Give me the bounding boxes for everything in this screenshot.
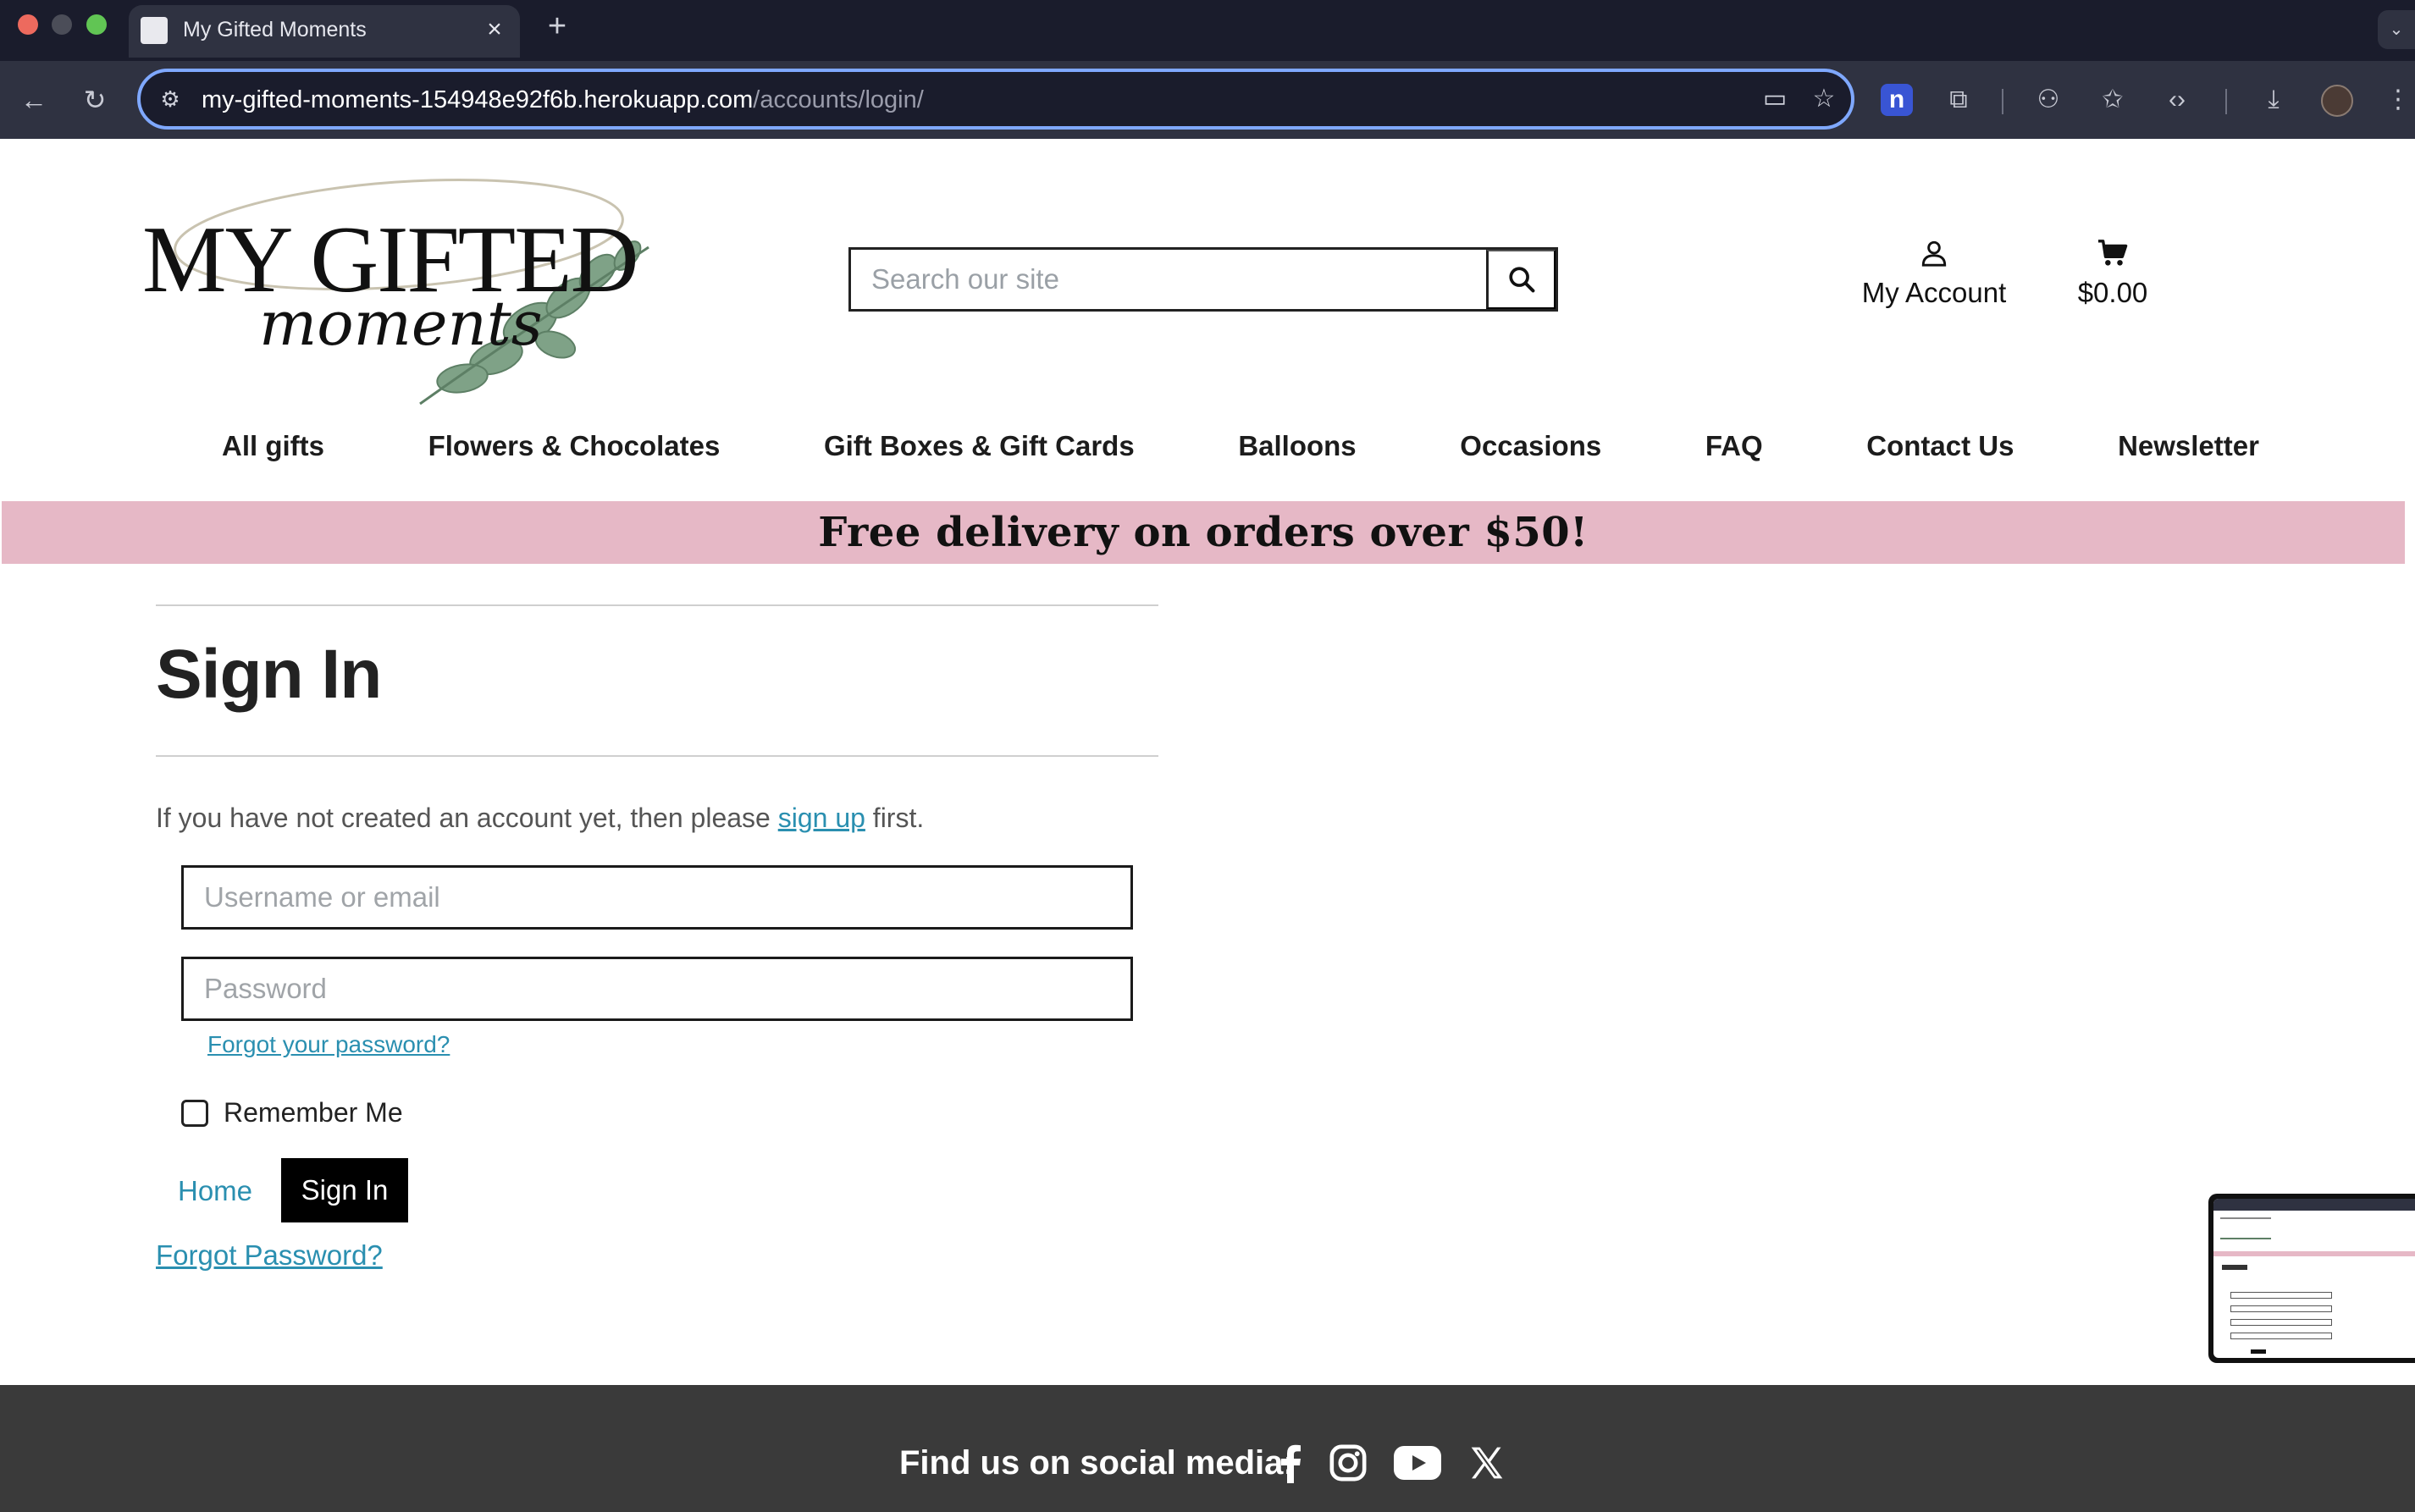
close-window-button[interactable] [18, 14, 38, 35]
address-bar[interactable]: ⚙ my-gifted-moments-154948e92f6b.herokua… [137, 69, 1854, 130]
remember-me[interactable]: Remember Me [181, 1097, 403, 1128]
divider-bottom [156, 755, 1158, 757]
x-icon[interactable] [1463, 1439, 1511, 1487]
nav-newsletter[interactable]: Newsletter [2091, 430, 2286, 479]
url-text[interactable]: my-gifted-moments-154948e92f6b.herokuapp… [202, 86, 924, 114]
screenshot-thumbnail[interactable] [2208, 1194, 2415, 1363]
new-tab-icon[interactable]: + [540, 5, 574, 47]
site-footer: Find us on social media: [0, 1385, 2415, 1512]
signup-prompt: If you have not created an account yet, … [156, 803, 924, 834]
bookmark-star-icon[interactable]: ☆ [1805, 82, 1843, 116]
username-field[interactable] [181, 865, 1133, 930]
page-title: Sign In [156, 636, 382, 713]
home-button[interactable]: Home [166, 1160, 264, 1222]
tab-favicon-icon [141, 17, 168, 44]
my-account-link[interactable]: My Account [1846, 239, 2022, 323]
profile-avatar[interactable] [2321, 85, 2353, 117]
nav-all-gifts[interactable]: All gifts [195, 430, 351, 479]
code-icon[interactable]: ‹› [2156, 79, 2198, 121]
nav-contact-us[interactable]: Contact Us [1839, 430, 2041, 479]
site-logo[interactable]: MY GIFTED moments [141, 163, 674, 408]
remember-me-checkbox[interactable] [181, 1099, 208, 1127]
sign-up-link[interactable]: sign up [778, 803, 865, 833]
tab-search-chevron-icon[interactable]: ⌄ [2378, 10, 2415, 49]
reload-icon[interactable]: ↻ [75, 80, 115, 120]
screenshot-thumbnail-preview [2213, 1199, 2415, 1358]
nav-faq[interactable]: FAQ [1678, 430, 1790, 479]
user-icon [1921, 240, 1947, 267]
browser-tab-strip: My Gifted Moments × + ⌄ [0, 0, 2415, 61]
logo-script: moments [259, 288, 543, 359]
card-icon[interactable]: ▭ [1756, 82, 1793, 116]
password-field[interactable] [181, 957, 1133, 1021]
cart-total: $0.00 [2077, 277, 2148, 308]
nav-balloons[interactable]: Balloons [1211, 430, 1383, 479]
instagram-icon[interactable] [1324, 1439, 1372, 1487]
cart-icon [2098, 240, 2128, 266]
puzzle-extension-icon[interactable]: ⧉ [1937, 79, 1980, 121]
search-input[interactable] [851, 250, 1486, 309]
remember-me-label: Remember Me [224, 1097, 403, 1128]
site-settings-icon[interactable]: ⚙ [154, 84, 186, 114]
forgot-password-link[interactable]: Forgot Password? [156, 1239, 383, 1272]
divider-top [156, 604, 1158, 606]
my-account-label: My Account [1861, 277, 2007, 308]
extension-n-icon[interactable]: n [1881, 84, 1913, 116]
url-path: /accounts/login/ [753, 86, 924, 113]
forgot-password-link-small[interactable]: Forgot your password? [207, 1031, 450, 1058]
main-navigation: All gifts Flowers & Chocolates Gift Boxe… [195, 430, 2286, 479]
signup-prompt-before: If you have not created an account yet, … [156, 803, 778, 833]
nav-gift-boxes-cards[interactable]: Gift Boxes & Gift Cards [797, 430, 1162, 479]
maximize-window-button[interactable] [86, 14, 107, 35]
browser-toolbar: ← ↻ ⚙ my-gifted-moments-154948e92f6b.her… [0, 61, 2415, 139]
download-icon[interactable]: ⤓ [2252, 79, 2295, 121]
facebook-icon[interactable] [1267, 1439, 1314, 1487]
search-button[interactable] [1486, 250, 1556, 309]
toolbar-divider [2225, 89, 2227, 114]
toolbar-divider [2002, 89, 2003, 114]
signup-prompt-after: first. [865, 803, 925, 833]
url-host: my-gifted-moments-154948e92f6b.herokuapp… [202, 86, 754, 113]
social-media-label: Find us on social media: [899, 1444, 1295, 1482]
more-menu-icon[interactable]: ⋮ [2381, 79, 2415, 121]
search-icon [1508, 267, 1534, 293]
tab-title: My Gifted Moments [183, 18, 367, 41]
tab-close-icon[interactable]: × [478, 13, 511, 47]
sign-in-button[interactable]: Sign In [281, 1158, 408, 1222]
youtube-icon[interactable] [1392, 1439, 1443, 1487]
promo-text: Free delivery on orders over $50! [818, 509, 1589, 556]
back-arrow-icon[interactable]: ← [14, 80, 54, 120]
minimize-window-button[interactable] [52, 14, 72, 35]
nav-flowers-chocolates[interactable]: Flowers & Chocolates [401, 430, 748, 479]
promo-banner: Free delivery on orders over $50! [2, 501, 2405, 564]
search-bar [848, 247, 1558, 312]
cart-link[interactable]: $0.00 [2066, 239, 2159, 323]
favorites-icon[interactable]: ✩ [2092, 79, 2134, 121]
incognito-icon[interactable]: ⚇ [2027, 79, 2070, 121]
browser-tab[interactable]: My Gifted Moments × [129, 5, 520, 58]
nav-occasions[interactable]: Occasions [1433, 430, 1628, 479]
